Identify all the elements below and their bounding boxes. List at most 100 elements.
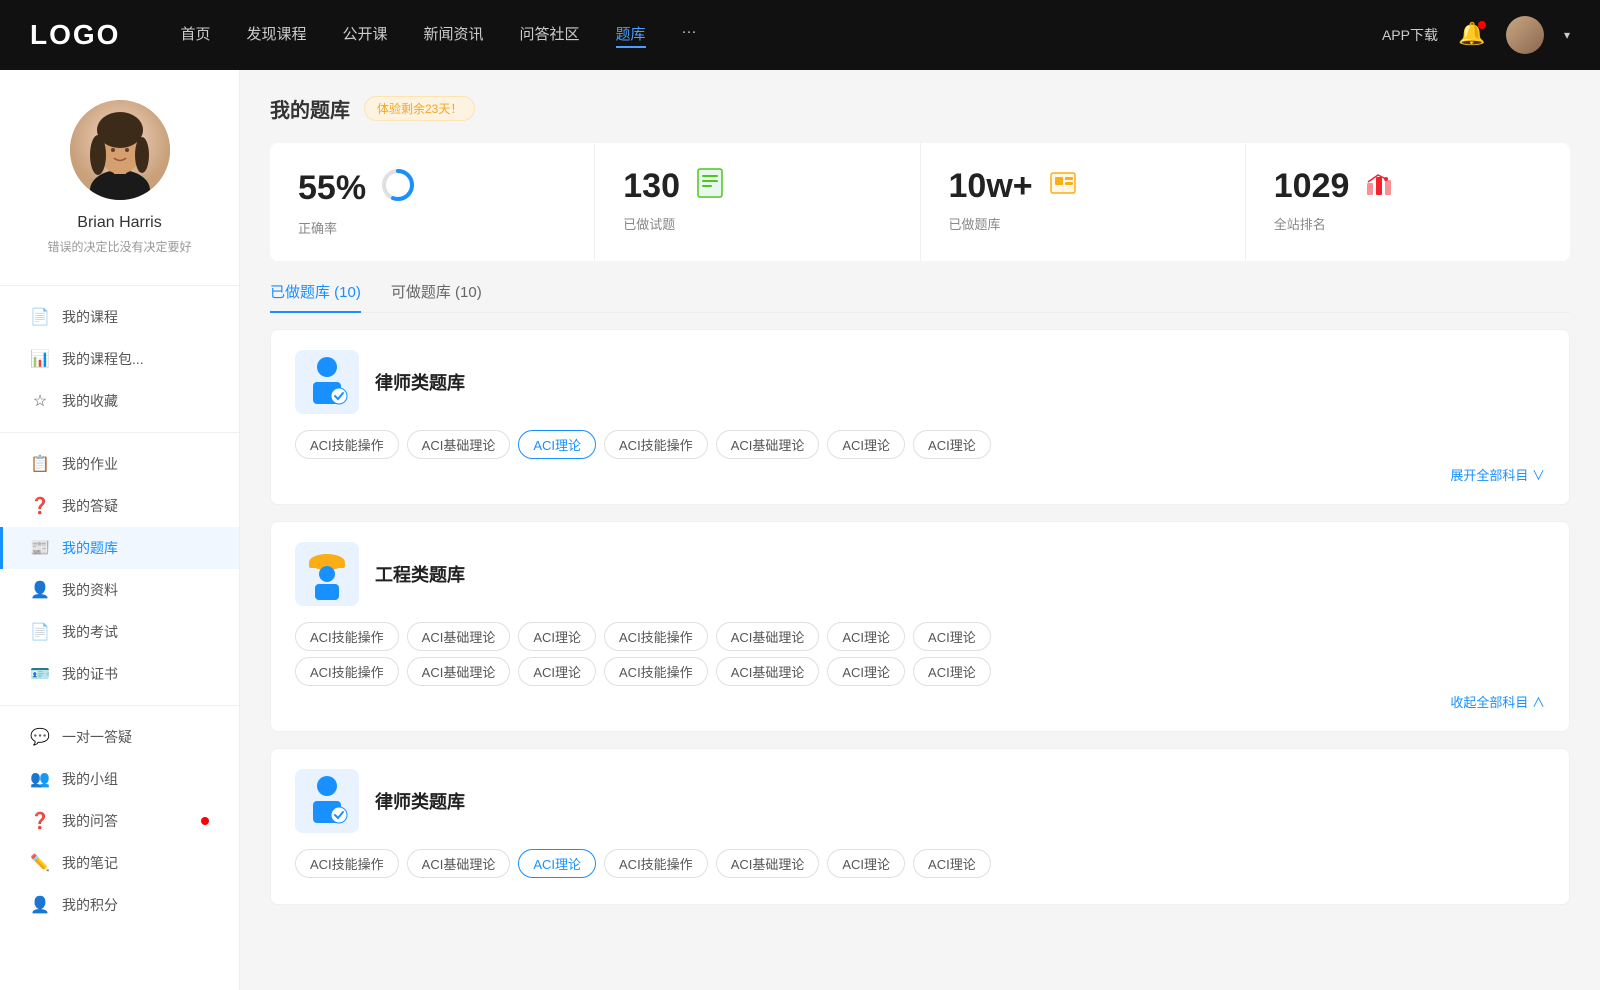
sidebar-item-notes[interactable]: ✏️ 我的笔记 <box>0 842 239 884</box>
sidebar-divider <box>0 285 239 286</box>
navbar-right: APP下载 🔔 ▾ <box>1382 16 1570 54</box>
tag[interactable]: ACI基础理论 <box>407 657 511 686</box>
oneone-icon: 💬 <box>30 727 50 747</box>
nav-discover[interactable]: 发现课程 <box>246 23 306 48</box>
sidebar-label: 我的问答 <box>62 811 189 831</box>
sidebar-item-courses[interactable]: 📄 我的课程 <box>0 296 239 338</box>
main-content: 我的题库 体验剩余23天！ 55% 正确率 13 <box>240 70 1600 990</box>
sidebar-item-myqa[interactable]: ❓ 我的答疑 <box>0 485 239 527</box>
tags-row-1: ACI技能操作 ACI基础理论 ACI理论 ACI技能操作 ACI基础理论 AC… <box>295 622 1545 651</box>
stat-value: 10w+ <box>949 167 1033 206</box>
sidebar-item-points[interactable]: 👤 我的积分 <box>0 884 239 926</box>
sidebar-label: 我的资料 <box>62 580 209 600</box>
tag[interactable]: ACI基础理论 <box>716 622 820 651</box>
tag[interactable]: ACI理论 <box>827 657 905 686</box>
sidebar-item-exam[interactable]: 📄 我的考试 <box>0 611 239 653</box>
sidebar-label: 我的小组 <box>62 769 209 789</box>
tag[interactable]: ACI理论 <box>518 622 596 651</box>
profile-avatar[interactable] <box>70 100 170 200</box>
nav-questionbank[interactable]: 题库 <box>616 23 646 48</box>
qbank-title: 律师类题库 <box>375 369 465 395</box>
tag[interactable]: ACI理论 <box>827 622 905 651</box>
tag[interactable]: ACI技能操作 <box>295 622 399 651</box>
profile-icon: 👤 <box>30 580 50 600</box>
tag[interactable]: ACI基础理论 <box>716 657 820 686</box>
chevron-down-icon[interactable]: ▾ <box>1564 28 1570 42</box>
tag[interactable]: ACI理论 <box>913 430 991 459</box>
trial-badge: 体验剩余23天！ <box>364 96 475 121</box>
profile-bio: 错误的决定比没有决定要好 <box>47 238 191 255</box>
page-title: 我的题库 <box>270 94 350 123</box>
nav-menu: 首页 发现课程 公开课 新闻资讯 问答社区 题库 ··· <box>180 23 1382 48</box>
tag[interactable]: ACI技能操作 <box>604 622 708 651</box>
done-questions-icon <box>694 167 726 206</box>
tag[interactable]: ACI理论 <box>913 622 991 651</box>
tag-active[interactable]: ACI理论 <box>518 430 596 459</box>
sidebar-item-oneone[interactable]: 💬 一对一答疑 <box>0 716 239 758</box>
sidebar-item-questionbank[interactable]: 📰 我的题库 <box>0 527 239 569</box>
nav-opencourse[interactable]: 公开课 <box>342 23 387 48</box>
page-layout: Brian Harris 错误的决定比没有决定要好 📄 我的课程 📊 我的课程包… <box>0 70 1600 990</box>
nav-more[interactable]: ··· <box>682 23 697 48</box>
tag[interactable]: ACI理论 <box>518 657 596 686</box>
myqa-icon: ❓ <box>30 496 50 516</box>
sidebar-label: 我的课程 <box>62 307 209 327</box>
navbar: LOGO 首页 发现课程 公开课 新闻资讯 问答社区 题库 ··· APP下载 … <box>0 0 1600 70</box>
tag[interactable]: ACI理论 <box>827 430 905 459</box>
tag[interactable]: ACI基础理论 <box>716 430 820 459</box>
avatar-image <box>1506 16 1544 54</box>
done-banks-icon <box>1047 167 1079 206</box>
tag[interactable]: ACI技能操作 <box>295 657 399 686</box>
tag[interactable]: ACI理论 <box>827 849 905 878</box>
tag[interactable]: ACI理论 <box>913 849 991 878</box>
tag[interactable]: ACI理论 <box>913 657 991 686</box>
tag[interactable]: ACI基础理论 <box>716 849 820 878</box>
profile-name: Brian Harris <box>77 214 161 232</box>
collapse-link[interactable]: 收起全部科目 ∧ <box>295 692 1545 711</box>
unread-dot <box>201 817 209 825</box>
avatar[interactable] <box>1506 16 1544 54</box>
sidebar-item-coursepack[interactable]: 📊 我的课程包... <box>0 338 239 380</box>
nav-qa[interactable]: 问答社区 <box>520 23 580 48</box>
tag[interactable]: ACI基础理论 <box>407 622 511 651</box>
engineer-icon-wrap <box>295 542 359 606</box>
sidebar-item-questions[interactable]: ❓ 我的问答 <box>0 800 239 842</box>
tag[interactable]: ACI技能操作 <box>604 657 708 686</box>
points-icon: 👤 <box>30 895 50 915</box>
sidebar-label: 我的积分 <box>62 895 209 915</box>
tag-active[interactable]: ACI理论 <box>518 849 596 878</box>
stat-label: 全站排名 <box>1274 214 1542 233</box>
stat-done-banks: 10w+ 已做题库 <box>921 143 1246 261</box>
sidebar-item-favorites[interactable]: ☆ 我的收藏 <box>0 380 239 422</box>
notification-dot <box>1478 21 1486 29</box>
nav-home[interactable]: 首页 <box>180 23 210 48</box>
sidebar-item-certificate[interactable]: 🪪 我的证书 <box>0 653 239 695</box>
sidebar-item-homework[interactable]: 📋 我的作业 <box>0 443 239 485</box>
tag[interactable]: ACI技能操作 <box>604 849 708 878</box>
sidebar-item-group[interactable]: 👥 我的小组 <box>0 758 239 800</box>
sidebar-profile: Brian Harris 错误的决定比没有决定要好 <box>0 70 239 275</box>
sidebar-divider-3 <box>0 705 239 706</box>
tag[interactable]: ACI技能操作 <box>295 430 399 459</box>
sidebar-label: 我的证书 <box>62 664 209 684</box>
qbank-card-engineer: 工程类题库 ACI技能操作 ACI基础理论 ACI理论 ACI技能操作 ACI基… <box>270 521 1570 732</box>
notification-bell[interactable]: 🔔 <box>1458 21 1486 49</box>
app-download[interactable]: APP下载 <box>1382 25 1438 45</box>
tag[interactable]: ACI基础理论 <box>407 849 511 878</box>
tab-available[interactable]: 可做题库 (10) <box>391 281 482 312</box>
sidebar-label: 我的答疑 <box>62 496 209 516</box>
expand-link[interactable]: 展开全部科目 ∨ <box>295 465 1545 484</box>
questions-icon: ❓ <box>30 811 50 831</box>
tag[interactable]: ACI技能操作 <box>604 430 708 459</box>
tab-done[interactable]: 已做题库 (10) <box>270 281 361 312</box>
sidebar-item-profile[interactable]: 👤 我的资料 <box>0 569 239 611</box>
nav-news[interactable]: 新闻资讯 <box>424 23 484 48</box>
stat-label: 已做试题 <box>623 214 891 233</box>
questionbank-icon: 📰 <box>30 538 50 558</box>
qbank-title: 律师类题库 <box>375 788 465 814</box>
tag[interactable]: ACI技能操作 <box>295 849 399 878</box>
qbank-card-lawyer2: 律师类题库 ACI技能操作 ACI基础理论 ACI理论 ACI技能操作 ACI基… <box>270 748 1570 905</box>
courses-icon: 📄 <box>30 307 50 327</box>
stat-value: 130 <box>623 167 680 206</box>
tag[interactable]: ACI基础理论 <box>407 430 511 459</box>
